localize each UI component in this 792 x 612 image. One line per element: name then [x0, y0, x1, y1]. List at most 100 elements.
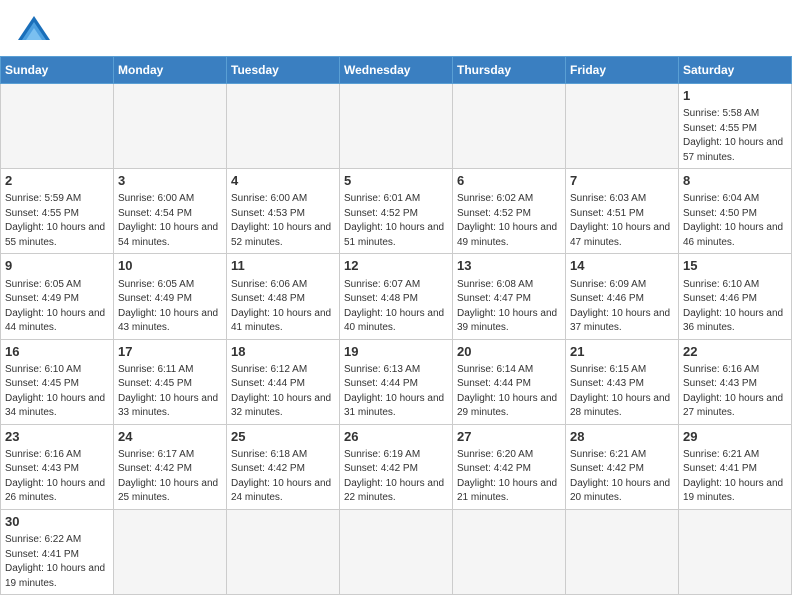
calendar-cell: 5 Sunrise: 6:01 AM Sunset: 4:52 PM Daylig… — [340, 169, 453, 254]
day-info: Sunrise: 5:59 AM Sunset: 4:55 PM Dayligh… — [5, 192, 109, 250]
day-info: Sunrise: 6:12 AM Sunset: 4:44 PM Dayligh… — [231, 363, 335, 421]
day-number: 21 — [570, 343, 674, 361]
calendar-cell — [340, 84, 453, 169]
day-info: Sunrise: 6:11 AM Sunset: 4:45 PM Dayligh… — [118, 363, 222, 421]
page-header — [0, 0, 792, 56]
calendar-wrapper: SundayMondayTuesdayWednesdayThursdayFrid… — [0, 56, 792, 607]
logo — [16, 12, 56, 48]
day-number: 15 — [683, 257, 787, 275]
day-info: Sunrise: 6:17 AM Sunset: 4:42 PM Dayligh… — [118, 448, 222, 506]
calendar-cell: 1 Sunrise: 5:58 AM Sunset: 4:55 PM Daylig… — [679, 84, 792, 169]
weekday-header-row: SundayMondayTuesdayWednesdayThursdayFrid… — [1, 57, 792, 84]
day-number: 1 — [683, 87, 787, 105]
day-number: 12 — [344, 257, 448, 275]
day-number: 11 — [231, 257, 335, 275]
calendar-table: SundayMondayTuesdayWednesdayThursdayFrid… — [0, 56, 792, 595]
day-number: 18 — [231, 343, 335, 361]
day-info: Sunrise: 6:13 AM Sunset: 4:44 PM Dayligh… — [344, 363, 448, 421]
day-info: Sunrise: 6:16 AM Sunset: 4:43 PM Dayligh… — [683, 363, 787, 421]
calendar-cell: 25Sunrise: 6:18 AM Sunset: 4:42 PM Dayli… — [227, 424, 340, 509]
calendar-cell: 13 Sunrise: 6:08 AM Sunset: 4:47 PM Dayli… — [453, 254, 566, 339]
day-info: Sunrise: 6:05 AM Sunset: 4:49 PM Dayligh… — [5, 278, 109, 336]
day-number: 19 — [344, 343, 448, 361]
calendar-cell: 14Sunrise: 6:09 AM Sunset: 4:46 PM Dayli… — [566, 254, 679, 339]
calendar-cell: 24 Sunrise: 6:17 AM Sunset: 4:42 PM Dayli… — [114, 424, 227, 509]
day-number: 27 — [457, 428, 561, 446]
calendar-week-row: 1 Sunrise: 5:58 AM Sunset: 4:55 PM Daylig… — [1, 84, 792, 169]
day-number: 6 — [457, 172, 561, 190]
weekday-header-thursday: Thursday — [453, 57, 566, 84]
day-info: Sunrise: 6:22 AM Sunset: 4:41 PM Dayligh… — [5, 533, 109, 591]
day-info: Sunrise: 6:15 AM Sunset: 4:43 PM Dayligh… — [570, 363, 674, 421]
day-number: 10 — [118, 257, 222, 275]
day-number: 23 — [5, 428, 109, 446]
day-info: Sunrise: 6:10 AM Sunset: 4:45 PM Dayligh… — [5, 363, 109, 421]
calendar-cell — [227, 509, 340, 594]
calendar-week-row: 2 Sunrise: 5:59 AM Sunset: 4:55 PM Daylig… — [1, 169, 792, 254]
calendar-cell: 12 Sunrise: 6:07 AM Sunset: 4:48 PM Dayli… — [340, 254, 453, 339]
calendar-week-row: 16 Sunrise: 6:10 AM Sunset: 4:45 PM Dayli… — [1, 339, 792, 424]
day-number: 30 — [5, 513, 109, 531]
calendar-cell: 18 Sunrise: 6:12 AM Sunset: 4:44 PM Dayli… — [227, 339, 340, 424]
day-info: Sunrise: 6:19 AM Sunset: 4:42 PM Dayligh… — [344, 448, 448, 506]
day-info: Sunrise: 6:03 AM Sunset: 4:51 PM Dayligh… — [570, 192, 674, 250]
day-info: Sunrise: 5:58 AM Sunset: 4:55 PM Dayligh… — [683, 107, 787, 165]
calendar-cell — [679, 509, 792, 594]
day-info: Sunrise: 6:10 AM Sunset: 4:46 PM Dayligh… — [683, 278, 787, 336]
weekday-header-friday: Friday — [566, 57, 679, 84]
calendar-cell: 7Sunrise: 6:03 AM Sunset: 4:51 PM Daylig… — [566, 169, 679, 254]
day-number: 5 — [344, 172, 448, 190]
day-number: 16 — [5, 343, 109, 361]
calendar-week-row: 23Sunrise: 6:16 AM Sunset: 4:43 PM Dayli… — [1, 424, 792, 509]
calendar-week-row: 9Sunrise: 6:05 AM Sunset: 4:49 PM Daylig… — [1, 254, 792, 339]
calendar-cell: 22 Sunrise: 6:16 AM Sunset: 4:43 PM Dayli… — [679, 339, 792, 424]
calendar-cell — [340, 509, 453, 594]
day-number: 28 — [570, 428, 674, 446]
day-number: 29 — [683, 428, 787, 446]
calendar-cell: 29 Sunrise: 6:21 AM Sunset: 4:41 PM Dayli… — [679, 424, 792, 509]
calendar-cell: 20Sunrise: 6:14 AM Sunset: 4:44 PM Dayli… — [453, 339, 566, 424]
calendar-cell: 4Sunrise: 6:00 AM Sunset: 4:53 PM Daylig… — [227, 169, 340, 254]
logo-icon — [16, 12, 52, 48]
day-info: Sunrise: 6:00 AM Sunset: 4:54 PM Dayligh… — [118, 192, 222, 250]
calendar-cell: 3 Sunrise: 6:00 AM Sunset: 4:54 PM Daylig… — [114, 169, 227, 254]
calendar-cell: 10 Sunrise: 6:05 AM Sunset: 4:49 PM Dayli… — [114, 254, 227, 339]
day-number: 3 — [118, 172, 222, 190]
day-info: Sunrise: 6:05 AM Sunset: 4:49 PM Dayligh… — [118, 278, 222, 336]
day-info: Sunrise: 6:07 AM Sunset: 4:48 PM Dayligh… — [344, 278, 448, 336]
calendar-cell: 17 Sunrise: 6:11 AM Sunset: 4:45 PM Dayli… — [114, 339, 227, 424]
calendar-cell: 30 Sunrise: 6:22 AM Sunset: 4:41 PM Dayli… — [1, 509, 114, 594]
calendar-cell — [1, 84, 114, 169]
day-info: Sunrise: 6:08 AM Sunset: 4:47 PM Dayligh… — [457, 278, 561, 336]
calendar-cell: 2 Sunrise: 5:59 AM Sunset: 4:55 PM Daylig… — [1, 169, 114, 254]
day-info: Sunrise: 6:04 AM Sunset: 4:50 PM Dayligh… — [683, 192, 787, 250]
calendar-cell: 16 Sunrise: 6:10 AM Sunset: 4:45 PM Dayli… — [1, 339, 114, 424]
calendar-cell: 8 Sunrise: 6:04 AM Sunset: 4:50 PM Daylig… — [679, 169, 792, 254]
day-info: Sunrise: 6:20 AM Sunset: 4:42 PM Dayligh… — [457, 448, 561, 506]
day-number: 2 — [5, 172, 109, 190]
calendar-cell: 28 Sunrise: 6:21 AM Sunset: 4:42 PM Dayli… — [566, 424, 679, 509]
day-number: 14 — [570, 257, 674, 275]
day-info: Sunrise: 6:01 AM Sunset: 4:52 PM Dayligh… — [344, 192, 448, 250]
weekday-header-saturday: Saturday — [679, 57, 792, 84]
calendar-cell — [453, 84, 566, 169]
day-info: Sunrise: 6:21 AM Sunset: 4:42 PM Dayligh… — [570, 448, 674, 506]
day-info: Sunrise: 6:06 AM Sunset: 4:48 PM Dayligh… — [231, 278, 335, 336]
calendar-cell: 27 Sunrise: 6:20 AM Sunset: 4:42 PM Dayli… — [453, 424, 566, 509]
calendar-cell: 11 Sunrise: 6:06 AM Sunset: 4:48 PM Dayli… — [227, 254, 340, 339]
calendar-cell: 21 Sunrise: 6:15 AM Sunset: 4:43 PM Dayli… — [566, 339, 679, 424]
day-number: 13 — [457, 257, 561, 275]
day-info: Sunrise: 6:21 AM Sunset: 4:41 PM Dayligh… — [683, 448, 787, 506]
weekday-header-wednesday: Wednesday — [340, 57, 453, 84]
calendar-cell: 19 Sunrise: 6:13 AM Sunset: 4:44 PM Dayli… — [340, 339, 453, 424]
day-number: 17 — [118, 343, 222, 361]
calendar-cell: 15 Sunrise: 6:10 AM Sunset: 4:46 PM Dayli… — [679, 254, 792, 339]
day-number: 24 — [118, 428, 222, 446]
day-info: Sunrise: 6:18 AM Sunset: 4:42 PM Dayligh… — [231, 448, 335, 506]
weekday-header-tuesday: Tuesday — [227, 57, 340, 84]
day-number: 20 — [457, 343, 561, 361]
calendar-cell — [566, 84, 679, 169]
day-number: 8 — [683, 172, 787, 190]
day-number: 22 — [683, 343, 787, 361]
day-number: 4 — [231, 172, 335, 190]
